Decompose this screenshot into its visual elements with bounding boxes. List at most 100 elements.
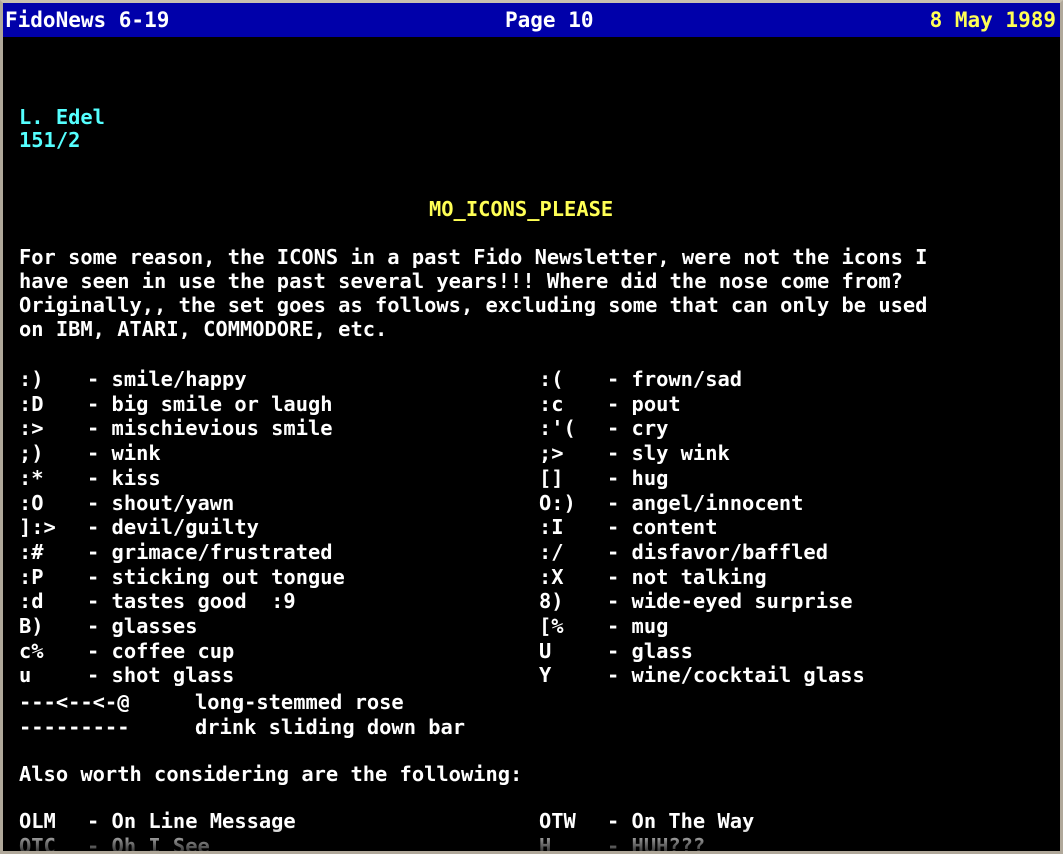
icon-row: :P - sticking out tongue bbox=[19, 565, 345, 590]
icon-row: :X - not talking bbox=[539, 565, 865, 590]
icon-description: - devil/guilty bbox=[87, 515, 259, 540]
icon-row: :D - big smile or laugh bbox=[19, 392, 345, 417]
icon-description: - wink bbox=[87, 441, 161, 466]
icon-row: [% - mug bbox=[539, 614, 865, 639]
icon-symbol: :'( bbox=[539, 416, 576, 441]
icon-row: 8) - wide-eyed surprise bbox=[539, 589, 865, 614]
icon-symbol: ]:> bbox=[19, 515, 56, 540]
icon-symbol: :P bbox=[19, 564, 44, 589]
icon-symbol: ;) bbox=[19, 441, 44, 466]
icon-row: ---<--<-@ long-stemmed rose bbox=[19, 690, 465, 715]
icon-description: - wide-eyed surprise bbox=[607, 589, 853, 614]
abbrev-list-left: OLM - On Line Message OTC - Oh I See bbox=[19, 809, 296, 854]
icon-row: ;> - sly wink bbox=[539, 441, 865, 466]
article-body: L. Edel 151/2 MO_ICONS_PLEASE For some r… bbox=[19, 3, 1055, 854]
icon-row: OTC - Oh I See bbox=[19, 833, 296, 854]
icon-row: H - HUH??? bbox=[539, 833, 754, 854]
paragraph-line: Originally,, the set goes as follows, ex… bbox=[19, 293, 928, 317]
icon-row: :* - kiss bbox=[19, 466, 345, 491]
icon-description: - pout bbox=[607, 391, 681, 416]
icon-description: - sticking out tongue bbox=[87, 564, 345, 589]
author-name: L. Edel bbox=[19, 105, 105, 129]
icon-row: u - shot glass bbox=[19, 663, 345, 688]
icon-symbol: ;> bbox=[539, 441, 564, 466]
icon-symbol: 8) bbox=[539, 589, 564, 614]
icon-symbol: O:) bbox=[539, 490, 576, 515]
icon-row: B) - glasses bbox=[19, 614, 345, 639]
icon-symbol: :c bbox=[539, 391, 564, 416]
icon-symbol: OTC bbox=[19, 833, 56, 854]
terminal-window: FidoNews 6-19 Page 10 8 May 1989 L. Edel… bbox=[0, 0, 1063, 854]
icon-row: :/ - disfavor/baffled bbox=[539, 540, 865, 565]
icon-symbol: :I bbox=[539, 515, 564, 540]
icon-symbol: :( bbox=[539, 367, 564, 391]
icon-row: :d - tastes good :9 bbox=[19, 589, 345, 614]
icon-description: - glass bbox=[607, 638, 693, 663]
icon-description: - tastes good :9 bbox=[87, 589, 296, 614]
icon-symbol: :O bbox=[19, 490, 44, 515]
icon-row: :I - content bbox=[539, 515, 865, 540]
icon-description: - angel/innocent bbox=[607, 490, 804, 515]
icon-description: - big smile or laugh bbox=[87, 391, 333, 416]
icon-row: :( - frown/sad bbox=[539, 367, 865, 392]
icon-description: - mug bbox=[607, 614, 669, 639]
author-node: 151/2 bbox=[19, 128, 81, 152]
icon-description: - grimace/frustrated bbox=[87, 539, 333, 564]
icon-description: long-stemmed rose bbox=[195, 690, 404, 714]
icon-description: - On The Way bbox=[607, 809, 755, 833]
icon-symbol: U bbox=[539, 638, 552, 663]
icon-symbol: H bbox=[539, 833, 552, 854]
paragraph-line: on IBM, ATARI, COMMODORE, etc. bbox=[19, 317, 388, 341]
icon-row: c% - coffee cup bbox=[19, 639, 345, 664]
icon-symbol: ---<--<-@ bbox=[19, 690, 130, 714]
icon-symbol: --------- bbox=[19, 714, 130, 739]
icon-description: - wine/cocktail glass bbox=[607, 663, 865, 688]
icon-symbol: :D bbox=[19, 391, 44, 416]
icon-symbol: :/ bbox=[539, 539, 564, 564]
icon-description: - not talking bbox=[607, 564, 767, 589]
icon-row: U - glass bbox=[539, 639, 865, 664]
icon-symbol: u bbox=[19, 663, 32, 688]
icon-row: :'(- cry bbox=[539, 416, 865, 441]
icon-symbol: [% bbox=[539, 614, 564, 639]
abbrev-list-right: OTW - On The Way H - HUH??? bbox=[539, 809, 754, 854]
icon-row: :# - grimace/frustrated bbox=[19, 540, 345, 565]
icon-row: :c - pout bbox=[539, 392, 865, 417]
icon-row: --------- drink sliding down bar bbox=[19, 715, 465, 740]
icon-symbol: B) bbox=[19, 614, 44, 639]
icon-row: :) - smile/happy bbox=[19, 367, 345, 392]
icon-description: - content bbox=[607, 515, 718, 540]
icon-description: - frown/sad bbox=[607, 367, 743, 391]
icon-list-right: :( - frown/sad :c - pout:'(- cry ;> - sly win… bbox=[539, 367, 865, 688]
extra-icons-list: ---<--<-@ long-stemmed rose --------- drink… bbox=[19, 690, 465, 739]
icon-description: - kiss bbox=[87, 465, 161, 490]
icon-row: OLM - On Line Message bbox=[19, 809, 296, 834]
icon-symbol: :* bbox=[19, 465, 44, 490]
article-title: MO_ICONS_PLEASE bbox=[429, 197, 614, 221]
icon-symbol: :X bbox=[539, 564, 564, 589]
icon-description: drink sliding down bar bbox=[195, 714, 466, 739]
icon-row: ]:> - devil/guilty bbox=[19, 515, 345, 540]
paragraph-line: have seen in use the past several years!… bbox=[19, 269, 903, 293]
icon-description: - glasses bbox=[87, 614, 198, 639]
icon-row: :O - shout/yawn bbox=[19, 491, 345, 516]
icon-symbol: :# bbox=[19, 539, 44, 564]
icon-description: - shout/yawn bbox=[87, 490, 235, 515]
icon-symbol: Y bbox=[539, 663, 552, 688]
icon-list-left: :) - smile/happy:D - big smile or laugh :> -… bbox=[19, 367, 345, 688]
icon-row: [] - hug bbox=[539, 466, 865, 491]
icon-row: OTW - On The Way bbox=[539, 809, 754, 834]
icon-description: - shot glass bbox=[87, 663, 235, 688]
icon-row: ;) - wink bbox=[19, 441, 345, 466]
icon-description: - mischievious smile bbox=[87, 416, 333, 441]
icon-description: - hug bbox=[607, 465, 669, 490]
also-heading: Also worth considering are the following… bbox=[19, 762, 523, 786]
icon-symbol: OTW bbox=[539, 809, 576, 833]
icon-symbol: :d bbox=[19, 589, 44, 614]
icon-row: :> - mischievious smile bbox=[19, 416, 345, 441]
icon-symbol: c% bbox=[19, 638, 44, 663]
icon-description: - smile/happy bbox=[87, 367, 247, 391]
icon-symbol: :> bbox=[19, 416, 44, 441]
paragraph-line: For some reason, the ICONS in a past Fid… bbox=[19, 245, 928, 269]
icon-symbol: OLM bbox=[19, 809, 56, 833]
